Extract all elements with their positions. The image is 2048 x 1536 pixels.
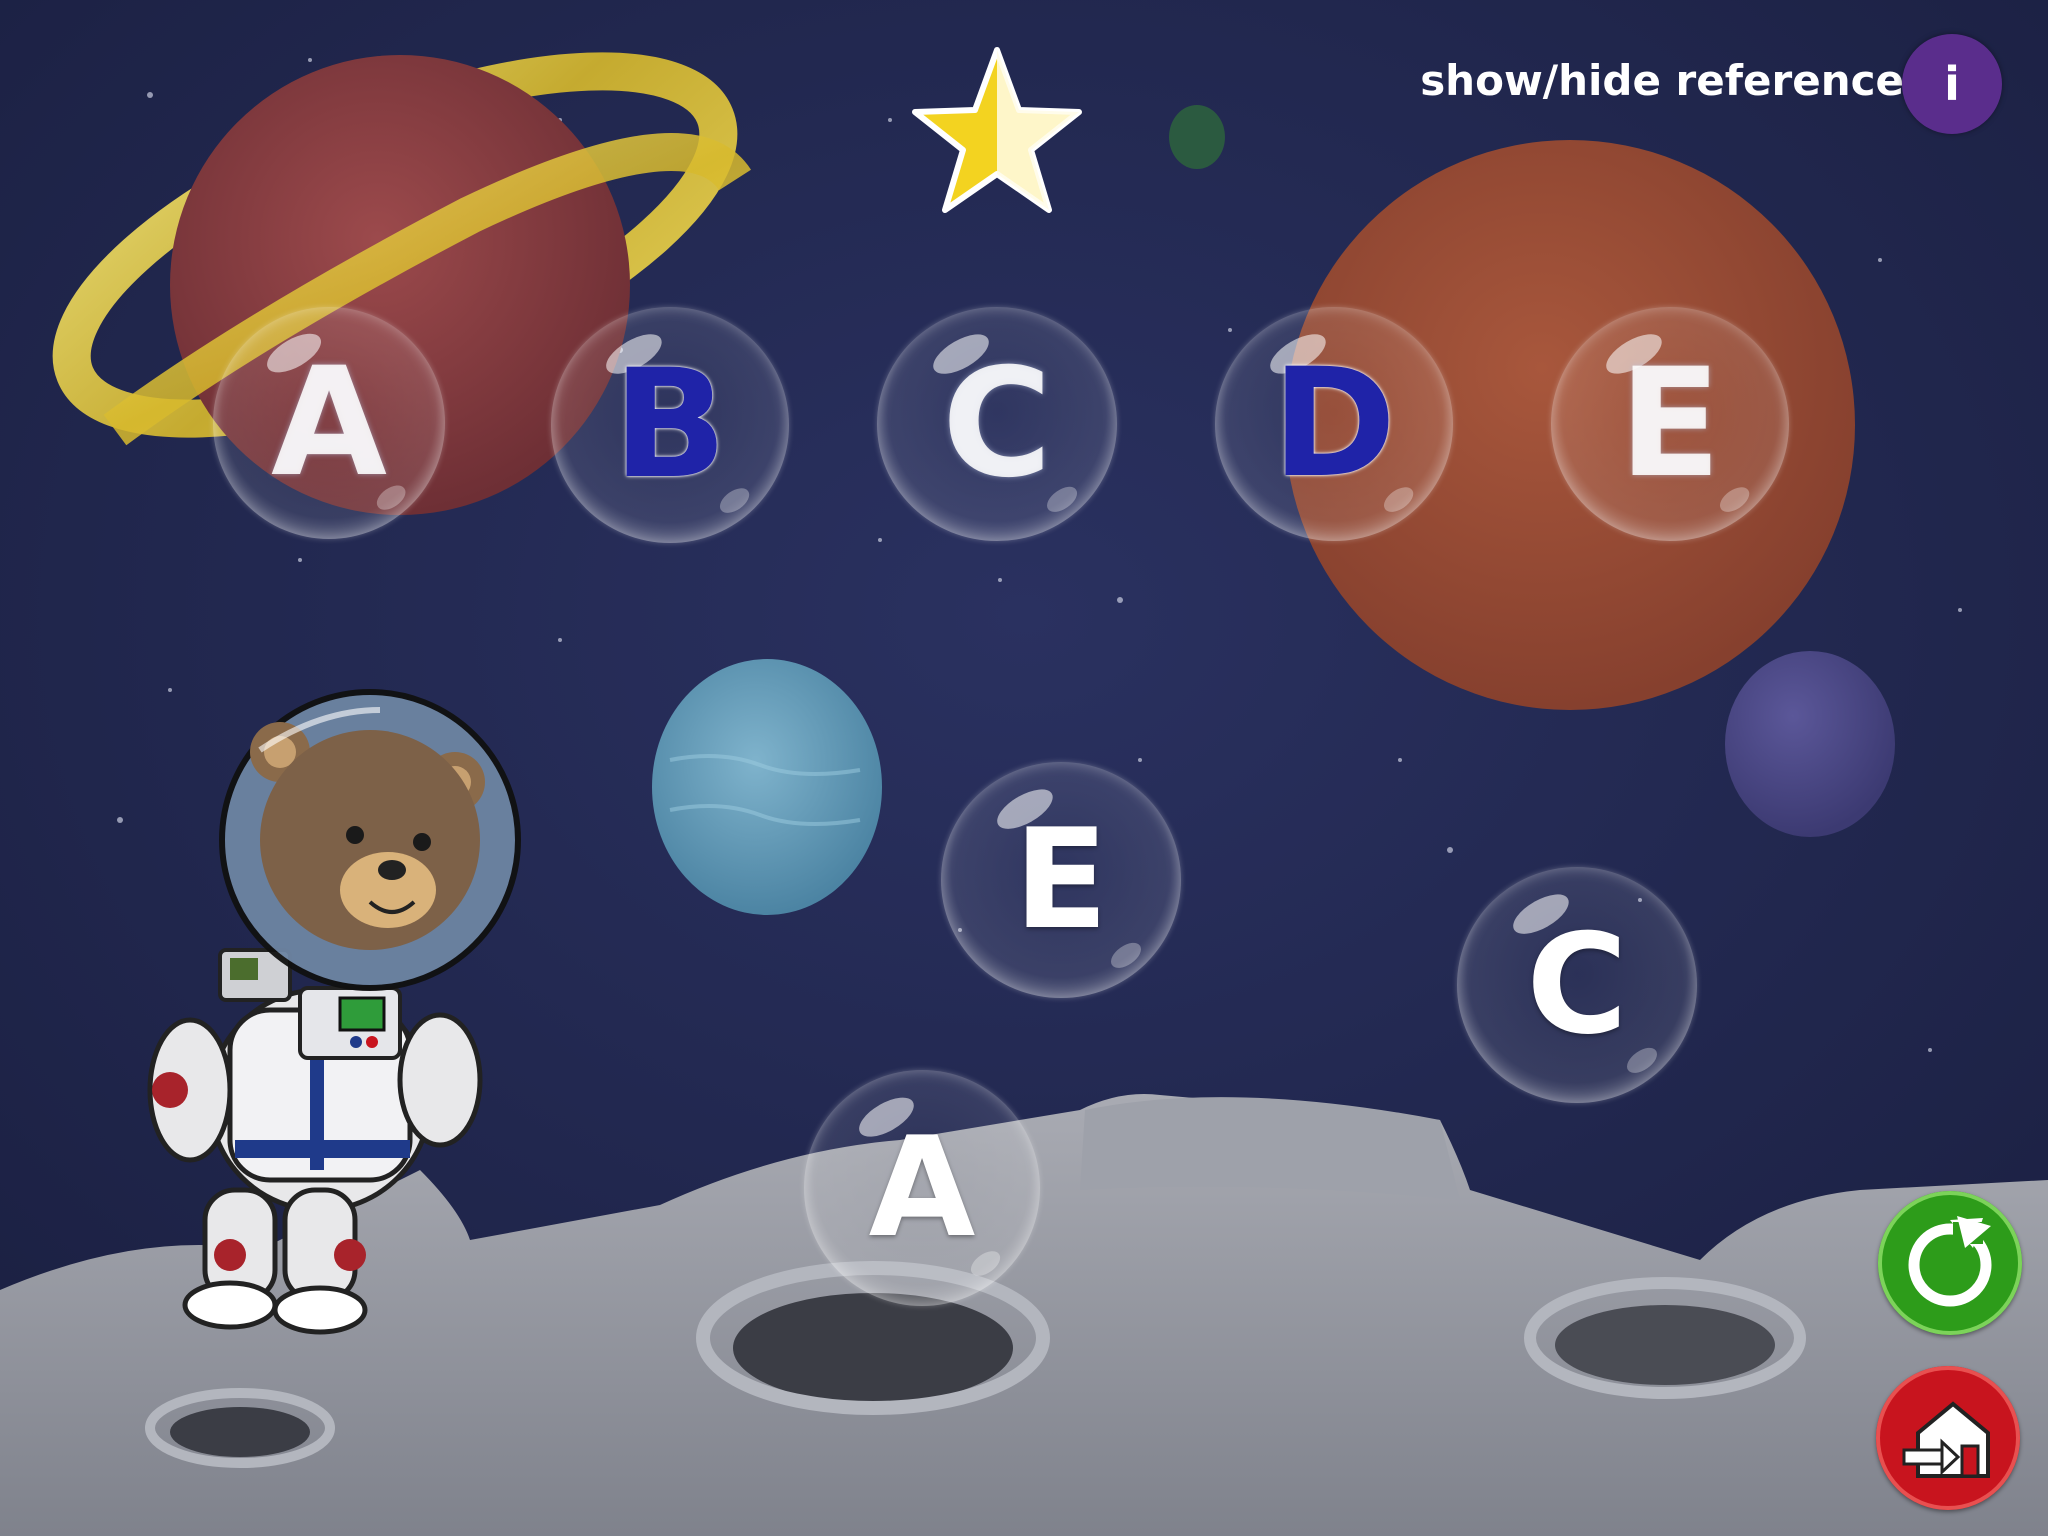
exit-home-icon xyxy=(1902,1401,1990,1478)
floating-bubble-a[interactable]: A xyxy=(804,1070,1040,1306)
replay-button[interactable] xyxy=(1878,1191,2022,1335)
reference-bubble-d: D xyxy=(1215,307,1453,541)
replay-icon xyxy=(1908,1216,1992,1307)
floating-bubble-e[interactable]: E xyxy=(941,762,1181,998)
reference-bubble-b: B xyxy=(551,307,789,543)
floating-letter-c: C xyxy=(1526,904,1628,1065)
astronaut-bear-character xyxy=(147,689,521,1335)
star-icon xyxy=(912,47,1082,213)
floating-letter-e: E xyxy=(1013,799,1109,960)
show-hide-reference-label[interactable]: show/hide reference xyxy=(1420,56,1904,105)
reference-letter-c: C xyxy=(941,337,1053,511)
reference-bubble-c: C xyxy=(877,307,1117,541)
reference-letter-b: B xyxy=(612,338,728,512)
floating-letter-a: A xyxy=(868,1107,976,1268)
floating-bubble-c[interactable]: C xyxy=(1457,867,1697,1103)
reference-bubble-e: E xyxy=(1551,307,1789,541)
reference-letter-e: E xyxy=(1618,337,1722,511)
game-scene: A B C D E E C A show/hide reference i xyxy=(0,0,2048,1536)
reference-bubble-a: A xyxy=(213,307,445,539)
reference-letter-a: A xyxy=(270,336,388,510)
reference-letter-d: D xyxy=(1271,337,1397,511)
home-exit-button[interactable] xyxy=(1876,1366,2020,1510)
info-button[interactable]: i xyxy=(1902,34,2002,134)
